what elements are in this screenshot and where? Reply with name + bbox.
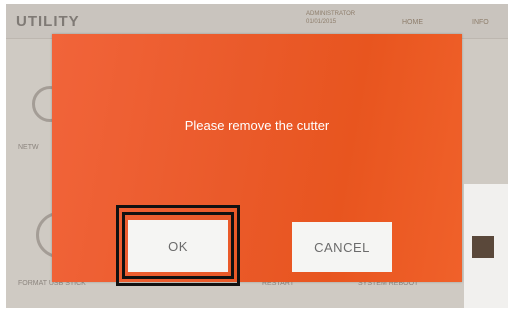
app-title: UTILITY (16, 13, 80, 30)
status-user: ADMINISTRATOR (306, 11, 356, 17)
status-date: 01/01/2015 (306, 19, 337, 25)
info-link[interactable]: INFO (472, 19, 489, 26)
cancel-button[interactable]: CANCEL (292, 222, 392, 272)
dialog-message: Please remove the cutter (184, 118, 330, 133)
alert-dialog (52, 34, 462, 282)
highlight-frame-inner (122, 212, 234, 279)
square-icon[interactable] (472, 236, 494, 258)
home-link[interactable]: HOME (402, 19, 423, 26)
status-block: ADMINISTRATOR 01/01/2015 (306, 10, 355, 26)
network-tile-label: NETW (18, 144, 39, 151)
